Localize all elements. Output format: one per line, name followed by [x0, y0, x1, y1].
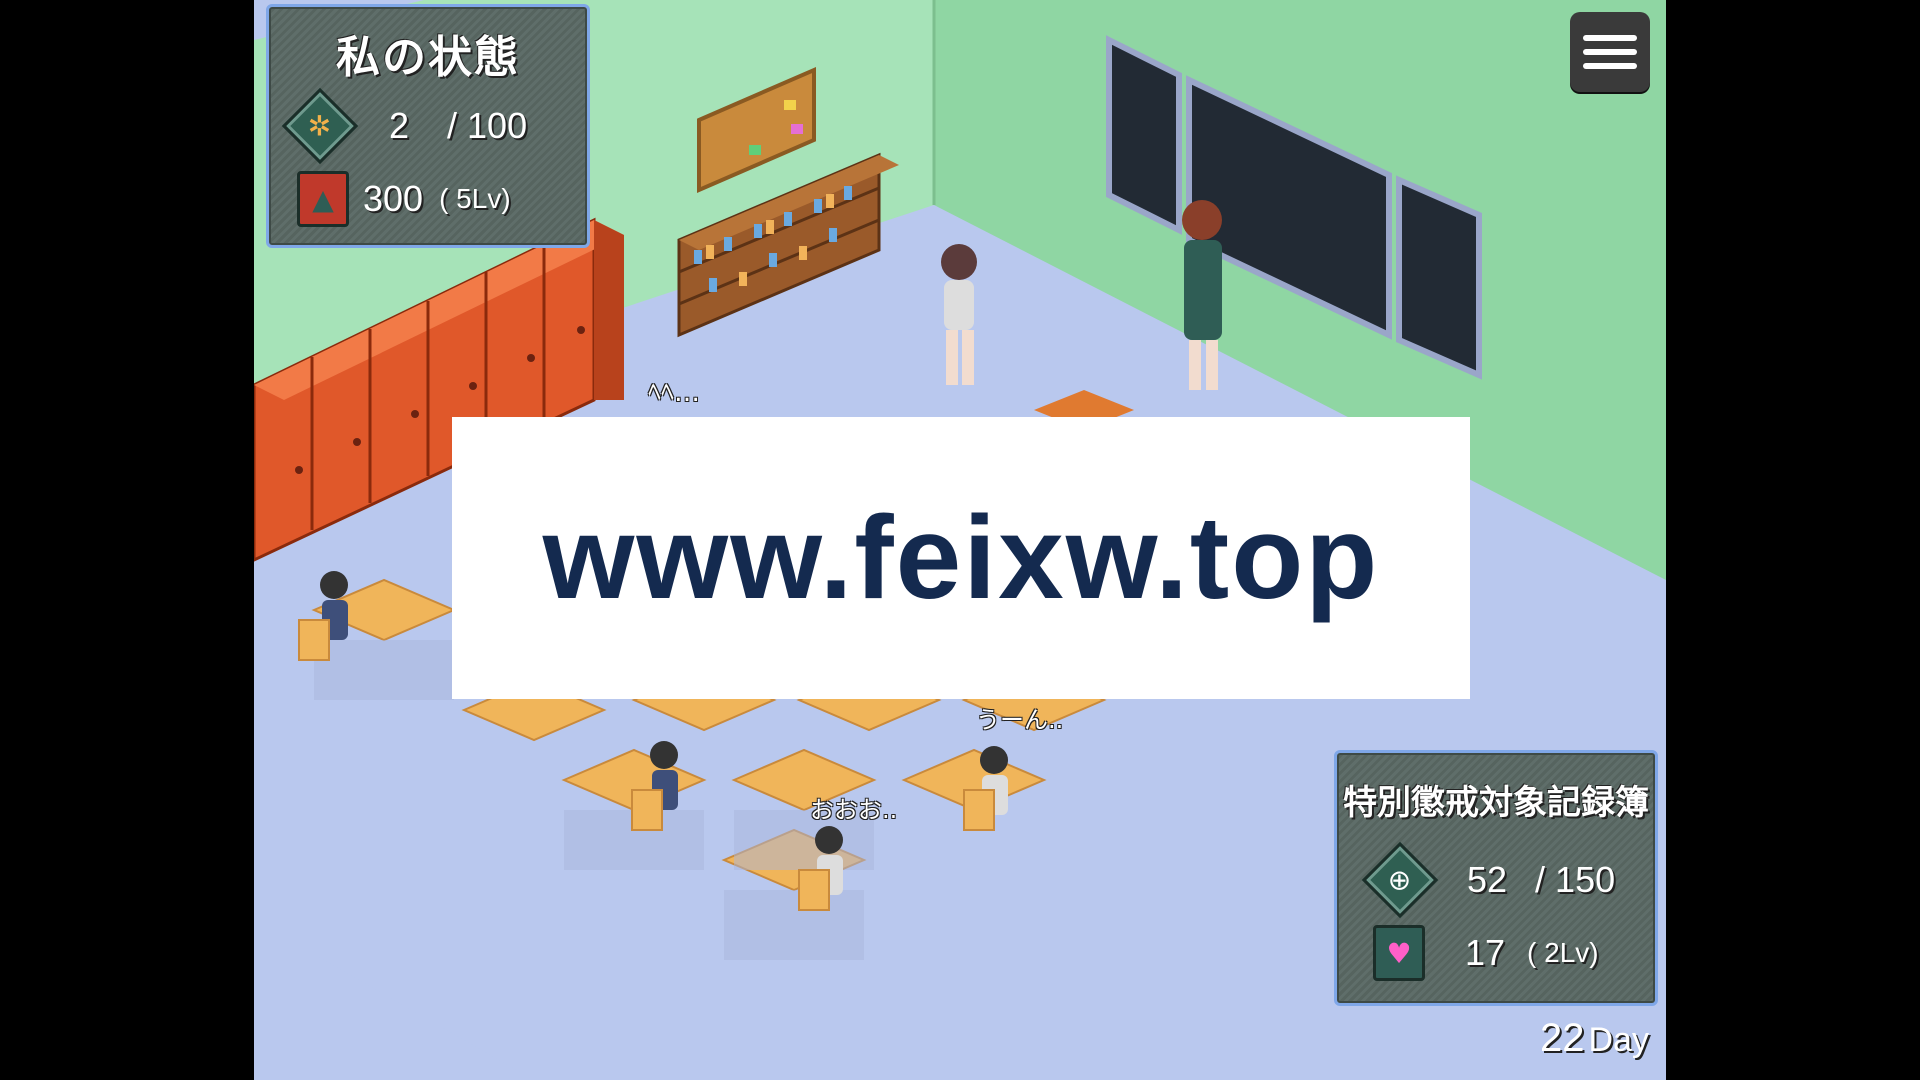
watermark-banner: www.feixw.top — [452, 417, 1470, 699]
menu-bar-top — [1583, 35, 1637, 41]
red-curtain-icon: ▲ — [297, 171, 349, 227]
record-stat1-max: / 150 — [1535, 859, 1616, 900]
status-panel-title: 私の状態 — [336, 32, 520, 83]
day-value: 22 — [1540, 1016, 1585, 1060]
status-stat1-value: 2 — [389, 105, 410, 146]
status-row-2: ▲ 300 ( 5Lv) — [297, 171, 511, 227]
record-stat2-level: ( 2Lv) — [1527, 937, 1599, 968]
pink-hearts-icon: ♥ — [1373, 925, 1425, 981]
menu-bar-bottom — [1583, 63, 1637, 69]
menu-button[interactable] — [1570, 12, 1650, 92]
status-panel: 私の状態 ✲ 2 / 100 ▲ 300 ( 5Lv) — [266, 4, 590, 248]
speech-bubble-2: うーん.. — [976, 706, 1064, 734]
day-unit: Day — [1588, 1021, 1649, 1059]
record-stat1-value: 52 — [1467, 859, 1508, 900]
record-panel-title: 特別懲戒対象記録簿 — [1343, 783, 1649, 823]
menu-bar-middle — [1583, 49, 1637, 55]
cross-diamond-icon: ✲ — [281, 87, 359, 165]
status-stat1-max: / 100 — [447, 105, 528, 146]
record-row-2: ♥ 17 ( 2Lv) — [1373, 925, 1599, 981]
record-panel: 特別懲戒対象記録簿 ⊕ 52 / 150 ♥ 17 ( 2Lv) — [1334, 750, 1658, 1006]
speech-bubble-1: ﾍﾍ… — [648, 378, 701, 408]
status-row-1: ✲ 2 / 100 — [281, 87, 528, 165]
watermark-text: www.feixw.top — [542, 492, 1380, 624]
day-counter: 22 Day — [1540, 1016, 1649, 1061]
target-diamond-icon: ⊕ — [1361, 841, 1439, 919]
status-stat2-level: ( 5Lv) — [439, 183, 511, 214]
status-stat2-value: 300 — [363, 178, 424, 219]
speech-bubble-3: おおお.. — [810, 796, 898, 824]
record-stat2-value: 17 — [1465, 932, 1506, 973]
record-row-1: ⊕ 52 / 150 — [1361, 841, 1616, 919]
